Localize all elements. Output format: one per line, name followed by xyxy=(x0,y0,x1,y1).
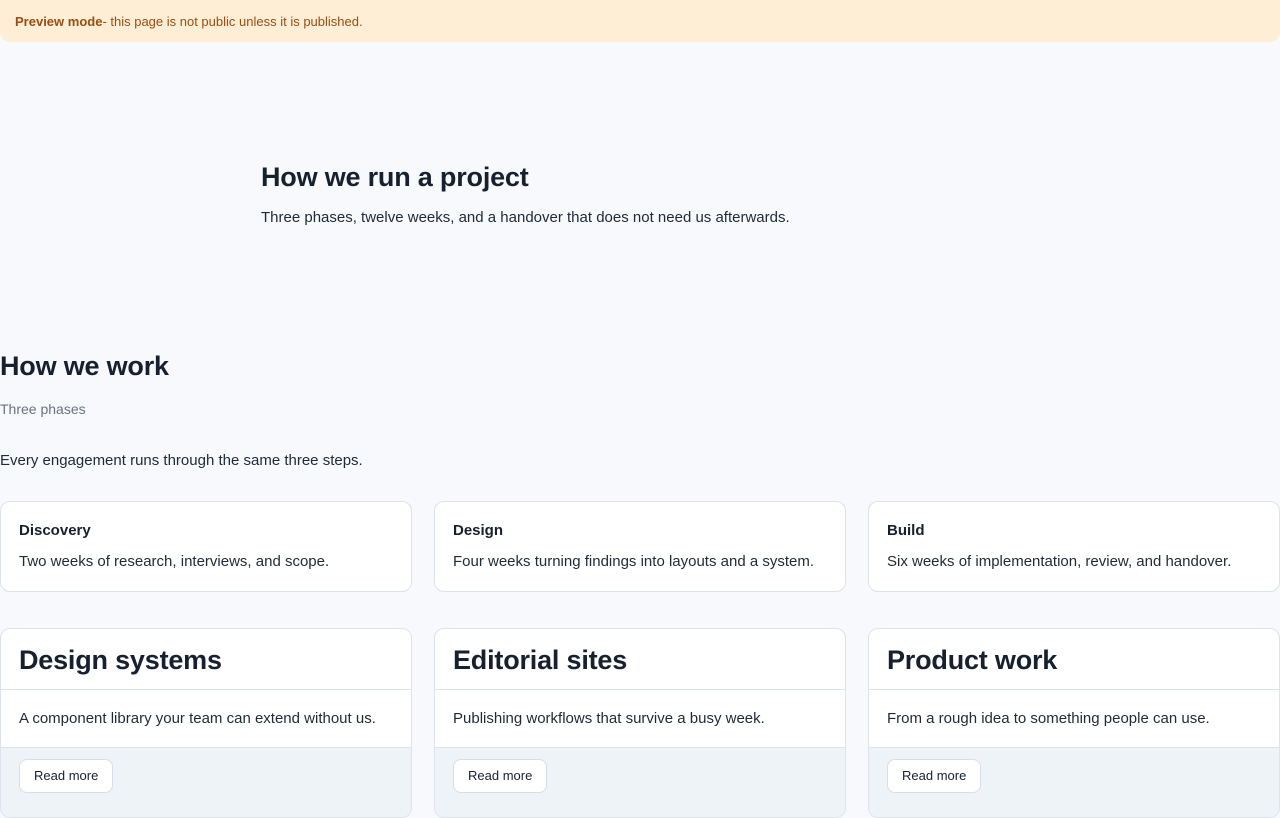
phase-card-design: Design Four weeks turning findings into … xyxy=(434,501,846,592)
service-card-header: Design systems xyxy=(1,629,411,690)
service-card-header: Product work xyxy=(869,629,1279,690)
section-kicker: Three phases xyxy=(0,401,86,417)
service-card-product-work: Product work From a rough idea to someth… xyxy=(868,628,1280,818)
phase-list: Discovery Two weeks of research, intervi… xyxy=(0,501,1280,592)
section-lead: Every engagement runs through the same t… xyxy=(0,452,363,469)
service-card-header: Editorial sites xyxy=(435,629,845,690)
service-title: Product work xyxy=(887,645,1058,675)
phase-card-build: Build Six weeks of implementation, revie… xyxy=(868,501,1280,592)
preview-banner: Preview mode - this page is not public u… xyxy=(0,0,1280,42)
service-card-editorial-sites: Editorial sites Publishing workflows tha… xyxy=(434,628,846,818)
service-description: From a rough idea to something people ca… xyxy=(869,690,1279,748)
section-title: How we work xyxy=(0,351,169,381)
service-list: Design systems A component library your … xyxy=(0,628,1280,818)
phase-description: Six weeks of implementation, review, and… xyxy=(887,553,1232,570)
hero: How we run a project Three phases, twelv… xyxy=(261,160,1021,228)
phase-card-discovery: Discovery Two weeks of research, intervi… xyxy=(0,501,412,592)
service-title: Editorial sites xyxy=(453,645,628,675)
service-card-footer: Read more xyxy=(435,748,845,817)
phase-title: Design xyxy=(453,522,504,539)
preview-banner-label: Preview mode xyxy=(15,13,103,29)
read-more-button[interactable]: Read more xyxy=(453,759,548,793)
service-description: Publishing workflows that survive a busy… xyxy=(435,690,845,748)
hero-title: How we run a project xyxy=(261,162,529,192)
phase-description: Four weeks turning findings into layouts… xyxy=(453,553,815,570)
service-description: A component library your team can extend… xyxy=(1,690,411,748)
hero-subtitle: Three phases, twelve weeks, and a handov… xyxy=(261,209,790,226)
phase-title: Discovery xyxy=(19,522,91,539)
read-more-button[interactable]: Read more xyxy=(19,759,114,793)
service-title: Design systems xyxy=(19,645,222,675)
preview-banner-message: - this page is not public unless it is p… xyxy=(102,13,363,29)
service-card-footer: Read more xyxy=(1,748,411,817)
service-card-footer: Read more xyxy=(869,748,1279,817)
phase-title: Build xyxy=(887,522,925,539)
service-card-design-systems: Design systems A component library your … xyxy=(0,628,412,818)
phase-description: Two weeks of research, interviews, and s… xyxy=(19,553,330,570)
read-more-button[interactable]: Read more xyxy=(887,759,982,793)
